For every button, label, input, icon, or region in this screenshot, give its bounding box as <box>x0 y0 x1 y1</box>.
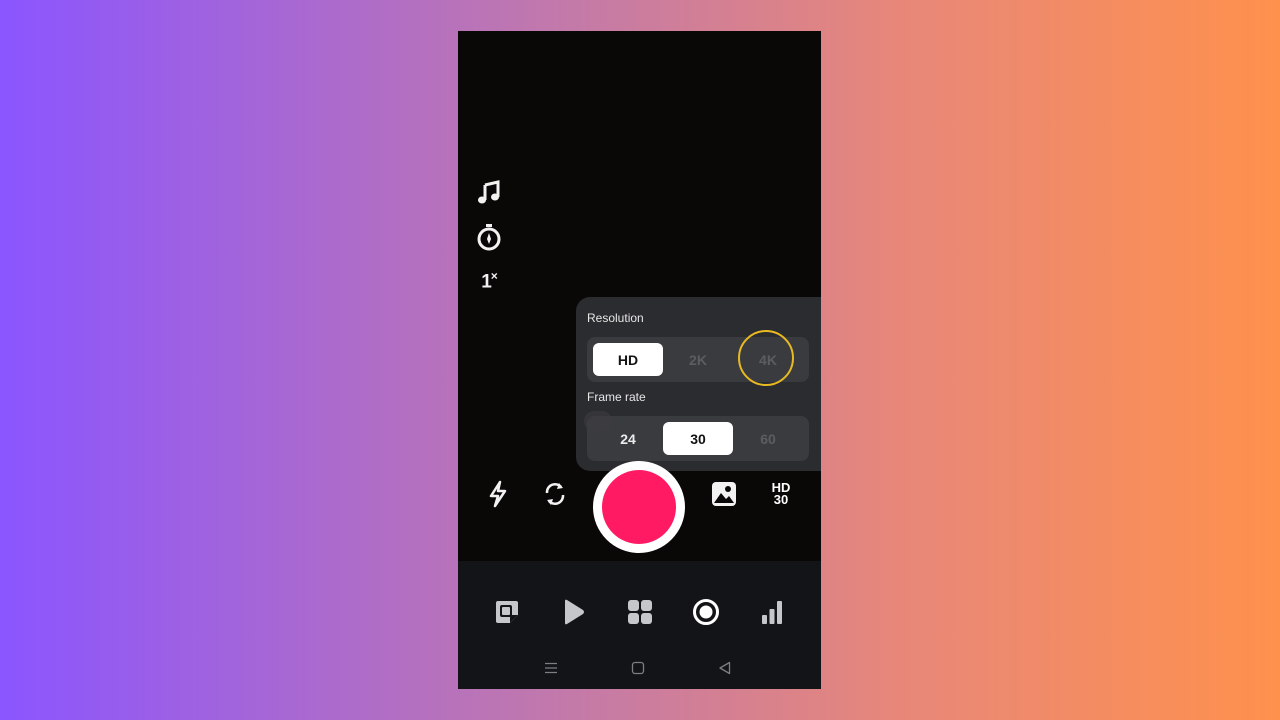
system-navigation-bar <box>458 653 821 683</box>
flip-camera-icon[interactable] <box>537 476 573 512</box>
frame-rate-option-30[interactable]: 30 <box>663 422 733 455</box>
quality-settings-panel: Resolution HD 2K 4K Frame rate 24 30 60 <box>576 297 821 471</box>
resolution-label: Resolution <box>587 311 644 325</box>
ghost-toggle <box>584 411 612 431</box>
quality-settings-button[interactable]: HD 30 <box>763 476 799 512</box>
frame-rate-selector: 24 30 60 <box>587 416 809 461</box>
stats-icon[interactable] <box>755 595 789 629</box>
record-icon[interactable] <box>689 595 723 629</box>
speed-suffix: × <box>490 268 498 283</box>
resolution-option-hd[interactable]: HD <box>593 343 663 376</box>
grid-icon[interactable] <box>623 595 657 629</box>
record-button-inner <box>602 470 676 544</box>
flash-icon[interactable] <box>480 476 516 512</box>
record-button[interactable] <box>593 461 685 553</box>
frame-rate-label: Frame rate <box>587 390 646 404</box>
back-icon[interactable] <box>715 659 735 677</box>
frame-rate-option-60[interactable]: 60 <box>733 422 803 455</box>
timer-icon[interactable] <box>472 220 506 254</box>
music-note-icon[interactable] <box>472 176 506 210</box>
speed-value: 1 <box>481 271 492 293</box>
phone-screen: 1× Resolution HD 2K 4K Frame rate 24 30 … <box>458 31 821 689</box>
quality-fps-text: 30 <box>773 492 789 507</box>
bottom-navigation <box>458 561 821 689</box>
gallery-icon[interactable] <box>706 476 742 512</box>
menu-icon[interactable] <box>541 659 561 677</box>
home-icon[interactable] <box>628 659 648 677</box>
sticker-icon[interactable] <box>490 595 524 629</box>
speed-button[interactable]: 1× <box>472 264 506 298</box>
side-tools: 1× <box>472 176 508 308</box>
capture-controls: HD 30 <box>458 461 821 561</box>
play-icon[interactable] <box>556 595 590 629</box>
tap-highlight-ring <box>738 330 794 386</box>
resolution-option-2k[interactable]: 2K <box>663 343 733 376</box>
